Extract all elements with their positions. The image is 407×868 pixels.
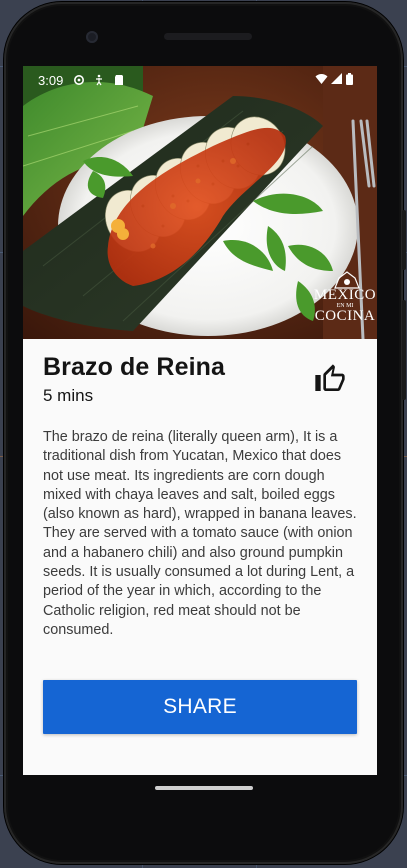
app-screen: MEXICO EN MI COCINA 3:09 Brazo de Reina … xyxy=(23,66,377,775)
accessibility-icon xyxy=(96,74,102,86)
watermark-text: MEXICO EN MI COCINA xyxy=(313,288,377,324)
power-button xyxy=(402,210,406,270)
status-bar: 3:09 xyxy=(23,66,377,94)
watermark-line: MEXICO xyxy=(313,287,377,303)
sd-card-icon xyxy=(115,75,123,85)
recipe-duration: 5 mins xyxy=(43,386,94,405)
front-camera xyxy=(86,31,98,43)
recipe-description: The brazo de reina (literally queen arm)… xyxy=(43,429,357,638)
gesture-navigation-bar[interactable] xyxy=(155,786,253,790)
battery-icon xyxy=(346,73,353,85)
wifi-icon xyxy=(315,74,328,84)
recipe-image: MEXICO EN MI COCINA 3:09 xyxy=(23,66,377,339)
earpiece-speaker xyxy=(164,33,252,40)
volume-button xyxy=(402,300,406,400)
signal-icon xyxy=(331,73,342,84)
recipe-title: Brazo de Reina xyxy=(43,353,226,381)
watermark-line: COCINA xyxy=(314,308,376,324)
share-button[interactable]: SHARE xyxy=(43,680,357,734)
thumbs-up-icon[interactable] xyxy=(313,363,347,395)
status-time: 3:09 xyxy=(38,73,64,88)
settings-icon xyxy=(74,75,84,85)
